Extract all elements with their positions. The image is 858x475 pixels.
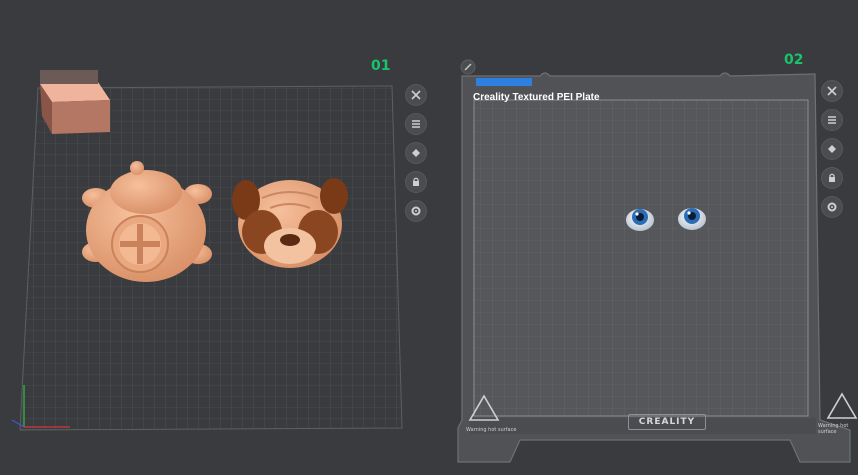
warning-text-left: Warning hot surface [466,427,517,433]
list-icon[interactable] [405,113,427,135]
plate-02-number: 02 [784,52,804,68]
list-icon[interactable] [821,109,843,131]
plate-01-number: 01 [371,58,391,74]
close-icon[interactable] [821,80,843,102]
plate-01-toolbar [405,84,427,222]
viewport-3d[interactable] [0,0,858,475]
settings-gear-icon[interactable] [821,196,843,218]
plate-02-bed [457,72,851,463]
auto-arrange-icon[interactable] [821,138,843,160]
eye-left[interactable] [626,209,654,231]
block-part[interactable] [40,70,110,134]
lock-icon[interactable] [405,171,427,193]
bed-brand-logo: CREALITY [628,414,706,430]
auto-arrange-icon[interactable] [405,142,427,164]
eye-right[interactable] [678,208,706,230]
close-icon[interactable] [405,84,427,106]
plate-02-toolbar [821,80,843,218]
edit-plate-icon[interactable] [460,59,476,75]
settings-gear-icon[interactable] [405,200,427,222]
bed-type-label: Creality Textured PEI Plate [473,92,600,103]
warning-text-right: Warning hot surface [818,423,849,435]
lock-icon[interactable] [821,167,843,189]
plate-01-bed [19,85,403,431]
